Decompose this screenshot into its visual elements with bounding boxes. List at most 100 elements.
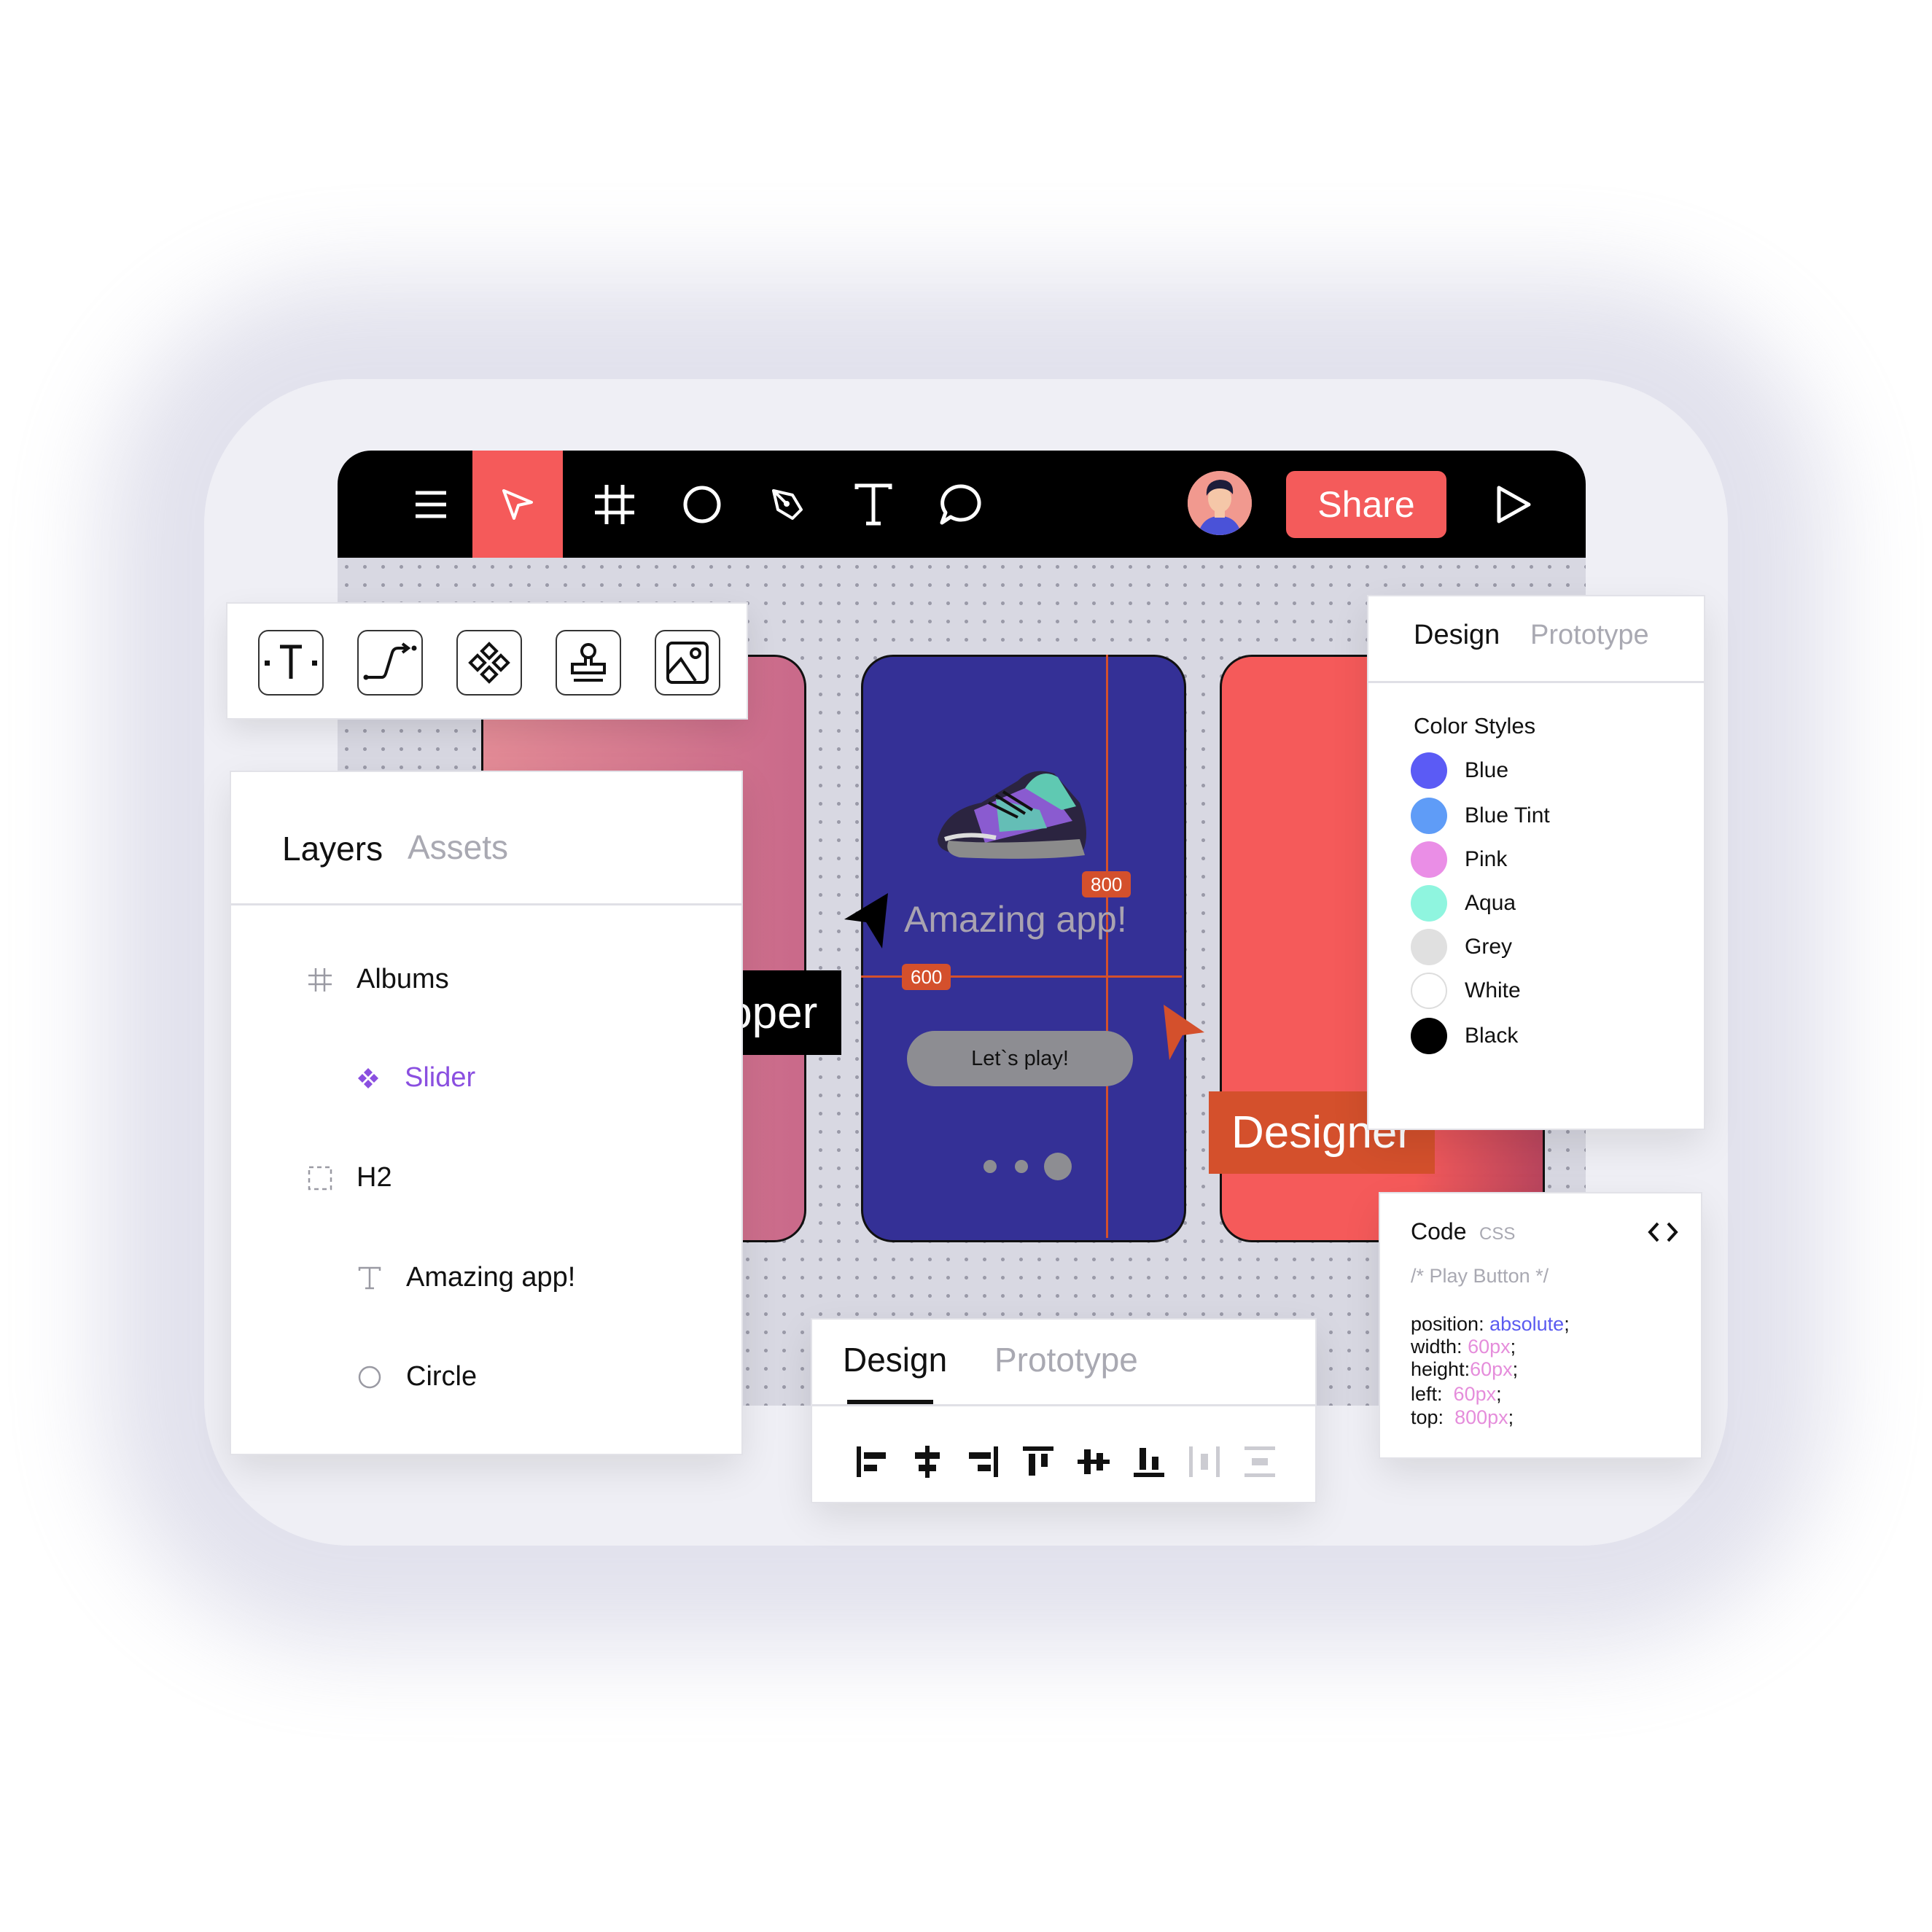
code-comment: /* Play Button */	[1411, 1265, 1549, 1287]
layer-item-circle[interactable]: Circle	[355, 1361, 477, 1392]
code-title: Code	[1411, 1218, 1467, 1244]
frame-tool-button[interactable]	[585, 451, 644, 558]
text-icon	[854, 483, 892, 525]
page-dot[interactable]	[1015, 1160, 1028, 1173]
tab-assets[interactable]: Assets	[408, 827, 508, 867]
align-center-h-icon	[915, 1446, 940, 1478]
top-toolbar: Share	[338, 451, 1586, 558]
color-name: Blue Tint	[1465, 803, 1550, 827]
color-style-grey[interactable]: Grey	[1411, 929, 1512, 965]
align-top-button[interactable]	[1016, 1440, 1060, 1484]
color-style-white[interactable]: White	[1411, 973, 1521, 1009]
layer-label: Circle	[406, 1361, 478, 1392]
color-swatch	[1411, 973, 1447, 1009]
panel-divider	[1368, 681, 1704, 683]
align-bottom-button[interactable]	[1127, 1440, 1171, 1484]
page-dot-active[interactable]	[1044, 1153, 1072, 1180]
measure-badge: 800	[1082, 871, 1131, 897]
connector-tool-icon	[363, 642, 417, 680]
align-left-icon	[857, 1446, 886, 1477]
color-name: Blue	[1465, 758, 1509, 782]
align-right-icon	[969, 1446, 998, 1477]
image-tool-button[interactable]	[655, 630, 720, 696]
present-button[interactable]	[1481, 451, 1546, 558]
tab-prototype[interactable]: Prototype	[1530, 620, 1649, 651]
color-name: Black	[1465, 1024, 1519, 1048]
play-button[interactable]: Let`s play!	[907, 1031, 1133, 1086]
layer-label: Amazing app!	[406, 1262, 576, 1293]
menu-button[interactable]	[389, 451, 473, 558]
color-style-pink[interactable]: Pink	[1411, 841, 1507, 878]
code-line: height:60px;	[1411, 1358, 1519, 1380]
layer-label: Slider	[405, 1062, 476, 1093]
layer-item-amazing-app[interactable]: Amazing app!	[355, 1262, 575, 1293]
alignment-panel: Design Prototype	[812, 1320, 1315, 1502]
align-middle-v-button[interactable]	[1072, 1440, 1115, 1484]
tab-prototype[interactable]: Prototype	[994, 1340, 1138, 1379]
component-icon	[354, 1064, 383, 1093]
code-language[interactable]: CSS	[1479, 1224, 1515, 1244]
measure-badge: 600	[902, 964, 951, 990]
phone-artboard[interactable]	[861, 655, 1186, 1242]
pen-icon	[772, 488, 803, 520]
layer-item-slider[interactable]: Slider	[354, 1062, 475, 1094]
text-tool-button[interactable]	[844, 451, 903, 558]
align-center-h-button[interactable]	[905, 1440, 949, 1484]
align-right-button[interactable]	[961, 1440, 1005, 1484]
code-line: top: 800px;	[1411, 1406, 1514, 1428]
designer-cursor-icon	[1164, 1005, 1204, 1060]
section-title: Color Styles	[1414, 713, 1536, 739]
phone-title: Amazing app!	[904, 899, 1127, 940]
align-left-button[interactable]	[850, 1440, 894, 1484]
align-middle-v-icon	[1078, 1449, 1110, 1474]
ellipse-tool-button[interactable]	[673, 451, 731, 558]
comment-icon	[940, 483, 981, 524]
color-style-black[interactable]: Black	[1411, 1018, 1518, 1054]
color-style-blue[interactable]: Blue	[1411, 752, 1508, 789]
code-line: width: 60px;	[1411, 1336, 1516, 1358]
share-button[interactable]: Share	[1286, 471, 1446, 538]
comment-tool-button[interactable]	[932, 451, 990, 558]
menu-icon	[416, 491, 446, 518]
color-swatch	[1411, 841, 1447, 878]
layer-item-albums[interactable]: Albums	[305, 964, 449, 995]
color-swatch	[1411, 798, 1447, 834]
panel-divider	[231, 903, 741, 905]
component-tool-icon	[468, 642, 510, 684]
stamp-tool-icon	[571, 643, 606, 682]
distribute-h-icon	[1189, 1446, 1220, 1477]
code-brackets-icon[interactable]	[1648, 1221, 1678, 1243]
tab-design[interactable]: Design	[843, 1340, 947, 1379]
tab-design[interactable]: Design	[1414, 620, 1500, 651]
move-tool-button[interactable]	[472, 451, 563, 558]
avatar[interactable]	[1188, 471, 1252, 535]
measure-guide-vertical	[1106, 655, 1108, 1238]
color-name: Grey	[1465, 935, 1513, 959]
ellipse-icon	[683, 486, 721, 523]
color-style-aqua[interactable]: Aqua	[1411, 885, 1516, 922]
distribute-v-icon	[1244, 1446, 1275, 1477]
text-tool-button[interactable]	[258, 630, 324, 696]
frame-icon	[305, 965, 335, 994]
color-style-blue-tint[interactable]: Blue Tint	[1411, 798, 1550, 834]
color-name: White	[1465, 978, 1521, 1002]
dashed-box-icon	[305, 1164, 335, 1193]
color-swatch	[1411, 929, 1447, 965]
color-swatch	[1411, 752, 1447, 789]
color-swatch	[1411, 885, 1447, 922]
connector-tool-button[interactable]	[357, 630, 423, 696]
move-icon	[502, 488, 533, 520]
distribute-v-button[interactable]	[1238, 1440, 1282, 1484]
stamp-tool-button[interactable]	[556, 630, 621, 696]
layer-item-h2[interactable]: H2	[305, 1162, 392, 1193]
panel-divider	[812, 1404, 1315, 1406]
color-swatch	[1411, 1018, 1447, 1054]
pen-tool-button[interactable]	[758, 451, 817, 558]
play-icon	[1497, 486, 1531, 523]
code-panel: Code CSS /* Play Button */ position: abs…	[1380, 1193, 1701, 1457]
page-dot[interactable]	[983, 1160, 997, 1173]
color-name: Aqua	[1465, 891, 1516, 915]
tab-layers[interactable]: Layers	[282, 829, 383, 868]
distribute-h-button[interactable]	[1183, 1440, 1226, 1484]
component-tool-button[interactable]	[456, 630, 522, 696]
